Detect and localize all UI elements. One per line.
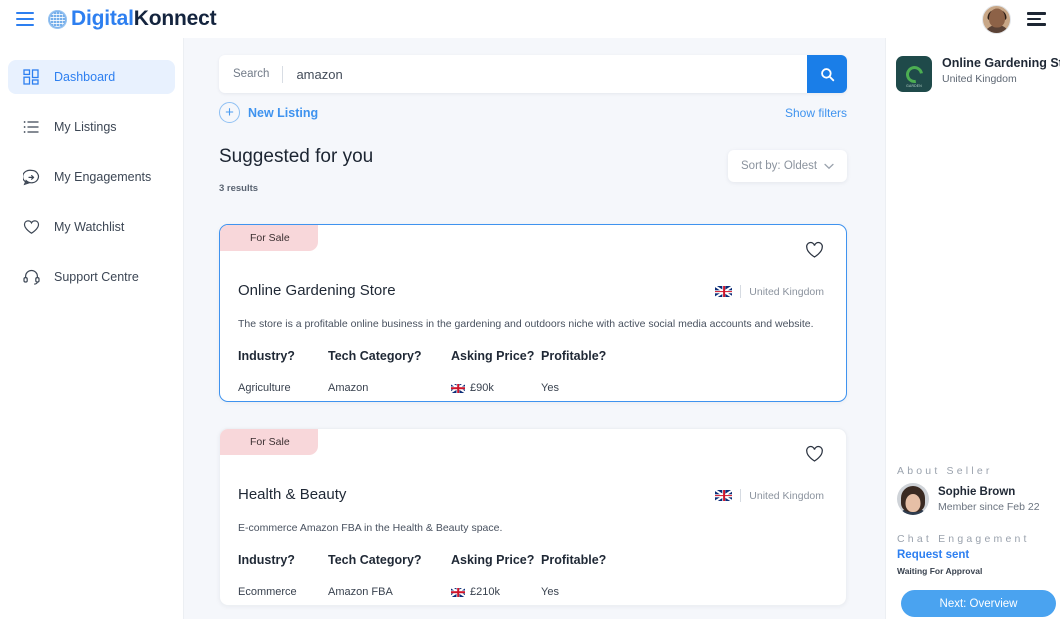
listing-description: The store is a profitable online busines… [238, 318, 814, 330]
hamburger-icon[interactable] [16, 12, 34, 26]
sidebar: Dashboard My Listings My Engagements [0, 38, 184, 619]
price-value: £210k [470, 586, 500, 598]
column-header: Profitable? [541, 553, 661, 567]
sort-by-label: Sort by: Oldest [741, 160, 817, 172]
seller-member-since: Member since Feb 22 [938, 501, 1040, 513]
grid-icon [20, 66, 42, 88]
country-name: United Kingdom [749, 490, 824, 502]
listing-country: United Kingdom [715, 489, 824, 502]
brand-second: Konnect [134, 7, 217, 30]
column-header: Industry? [238, 553, 328, 567]
seller-avatar [897, 483, 929, 515]
status-badge: For Sale [220, 225, 318, 251]
table-header-row: Industry? Tech Category? Asking Price? P… [238, 349, 828, 363]
filter-lines-icon[interactable] [1027, 12, 1046, 26]
globe-icon [48, 10, 67, 29]
listing-description: E-commerce Amazon FBA in the Health & Be… [238, 522, 502, 534]
plus-icon: + [219, 102, 240, 123]
new-listing-label: New Listing [248, 106, 318, 120]
gardening-store-logo: GARDEN [896, 56, 932, 92]
listing-title: Health & Beauty [238, 486, 346, 503]
table-row: Ecommerce Amazon FBA £210k Yes [238, 586, 828, 598]
request-status-link[interactable]: Request sent [897, 549, 969, 561]
cell-tech-category: Amazon FBA [328, 586, 451, 598]
sidebar-label: Support Centre [54, 270, 139, 284]
page-title: Suggested for you [219, 146, 373, 168]
table-header-row: Industry? Tech Category? Asking Price? P… [238, 553, 828, 567]
heart-icon [20, 216, 42, 238]
column-header: Asking Price? [451, 349, 541, 363]
listing-title: Online Gardening Store [238, 282, 396, 299]
next-overview-button[interactable]: Next: Overview [901, 590, 1056, 617]
sidebar-item-dashboard[interactable]: Dashboard [8, 60, 175, 94]
listing-table: Industry? Tech Category? Asking Price? P… [238, 553, 828, 598]
chat-bubble-icon [20, 166, 42, 188]
heart-outline-icon[interactable] [805, 445, 824, 468]
uk-flag-icon [715, 286, 732, 297]
country-name: United Kingdom [749, 286, 824, 298]
listing-card[interactable]: For Sale Online Gardening Store United K… [219, 224, 847, 402]
right-panel: GARDEN Online Gardening Store United Kin… [885, 38, 1060, 619]
column-header: Industry? [238, 349, 328, 363]
cell-profitable: Yes [541, 382, 661, 394]
app-root: DigitalKonnect Dashboard [0, 0, 1060, 619]
uk-flag-icon [715, 490, 732, 501]
sidebar-item-my-listings[interactable]: My Listings [8, 110, 175, 144]
sidebar-label: My Watchlist [54, 220, 124, 234]
heart-outline-icon[interactable] [805, 241, 824, 264]
sidebar-item-support-centre[interactable]: Support Centre [8, 260, 175, 294]
chevron-down-icon [824, 163, 834, 170]
main-content: Search + New Listing Show filters Sugges… [184, 38, 885, 619]
brand-logo[interactable]: DigitalKonnect [48, 7, 216, 31]
sidebar-item-my-watchlist[interactable]: My Watchlist [8, 210, 175, 244]
sort-by-dropdown[interactable]: Sort by: Oldest [728, 150, 847, 182]
cell-asking-price: £90k [451, 382, 541, 394]
column-header: Tech Category? [328, 349, 451, 363]
search-divider [282, 66, 283, 83]
about-seller-title: About Seller [897, 465, 993, 477]
chat-engagement-title: Chat Engagement [897, 533, 1030, 545]
new-listing-button[interactable]: + New Listing [219, 102, 318, 123]
column-header: Tech Category? [328, 553, 451, 567]
list-icon [20, 116, 42, 138]
search-label: Search [219, 68, 269, 80]
uk-flag-icon [451, 588, 465, 597]
user-avatar[interactable] [982, 5, 1011, 34]
store-country: United Kingdom [942, 73, 1060, 85]
status-badge: For Sale [220, 429, 318, 455]
action-row: + New Listing Show filters [219, 102, 847, 130]
sidebar-label: My Listings [54, 120, 117, 134]
column-header: Asking Price? [451, 553, 541, 567]
results-count: 3 results [219, 183, 258, 194]
search-bar: Search [219, 55, 847, 93]
show-filters-link[interactable]: Show filters [785, 106, 847, 120]
sidebar-label: Dashboard [54, 70, 115, 84]
selected-store-header: GARDEN Online Gardening Store United Kin… [896, 56, 1060, 92]
listing-table: Industry? Tech Category? Asking Price? P… [238, 349, 828, 394]
cell-industry: Agriculture [238, 382, 328, 394]
brand-text: DigitalKonnect [71, 7, 216, 31]
search-button[interactable] [807, 55, 847, 93]
sidebar-item-my-engagements[interactable]: My Engagements [8, 160, 175, 194]
headset-icon [20, 266, 42, 288]
cell-industry: Ecommerce [238, 586, 328, 598]
cell-asking-price: £210k [451, 586, 541, 598]
seller-info: Sophie Brown Member since Feb 22 [897, 483, 1040, 515]
listing-country: United Kingdom [715, 285, 824, 298]
price-value: £90k [470, 382, 494, 394]
cell-profitable: Yes [541, 586, 661, 598]
seller-name: Sophie Brown [938, 486, 1040, 498]
waiting-approval-text: Waiting For Approval [897, 566, 982, 576]
search-input[interactable] [296, 67, 807, 82]
column-header: Profitable? [541, 349, 661, 363]
header-right-group [982, 0, 1046, 38]
uk-flag-icon [451, 384, 465, 393]
brand-first: Digital [71, 7, 134, 30]
cell-tech-category: Amazon [328, 382, 451, 394]
table-row: Agriculture Amazon £90k Yes [238, 382, 828, 394]
listing-card[interactable]: For Sale Health & Beauty United Kingdom … [219, 428, 847, 606]
sidebar-label: My Engagements [54, 170, 151, 184]
store-name: Online Gardening Store [942, 56, 1060, 70]
top-header: DigitalKonnect [0, 0, 1060, 38]
